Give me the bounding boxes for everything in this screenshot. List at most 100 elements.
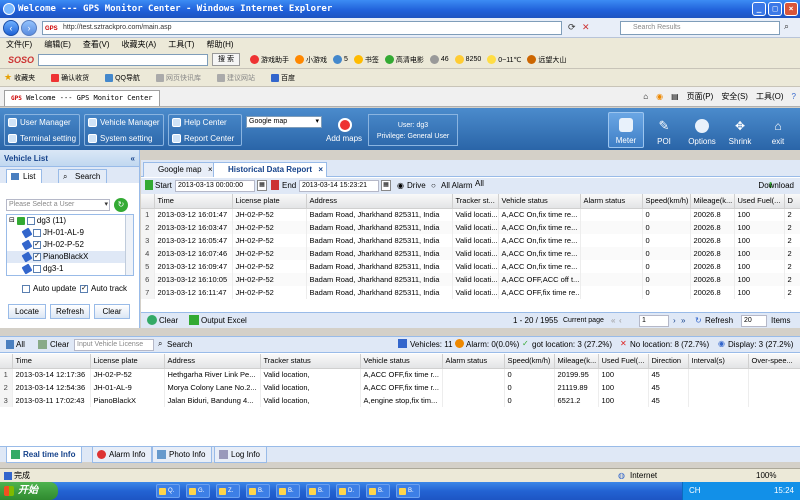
rt-col-overspeed[interactable]: Over-spee...	[748, 354, 800, 369]
help-icon[interactable]: ?	[792, 92, 796, 101]
rt-col-tracker[interactable]: Tracker status	[260, 354, 361, 369]
table-row[interactable]: 6 2013-03-12 16:10:05 JH-02-P-52 Badam Road…	[141, 273, 800, 286]
license-search-input[interactable]: Input Vehicle License	[74, 339, 154, 351]
zoom-level[interactable]: 100%	[756, 469, 776, 482]
url-input[interactable]: GPS http://test.sztrackpro.com/main.asp	[42, 21, 562, 35]
menu-favorites[interactable]: 收藏夹(A)	[122, 38, 157, 51]
taskbar-task[interactable]: B.	[306, 484, 330, 498]
refresh-button[interactable]: Refresh	[50, 304, 90, 319]
fav-web-slice[interactable]: 网页快讯库	[155, 73, 201, 83]
tree-vehicle[interactable]: ✓ JH-02-P-52	[7, 239, 133, 251]
rt-col-interval[interactable]: Interval(s)	[688, 354, 749, 369]
lang-indicator[interactable]: CH	[689, 482, 701, 500]
realtime-search-button[interactable]: Search	[167, 340, 192, 349]
download-button[interactable]: Download	[758, 181, 794, 190]
refresh-users-icon[interactable]: ↻	[114, 198, 128, 212]
print-icon[interactable]: ▤	[671, 92, 679, 101]
fav-baidu[interactable]: 百度	[270, 73, 295, 83]
calendar-icon[interactable]: ▦	[381, 180, 391, 191]
col-license[interactable]: License plate	[232, 194, 307, 209]
table-row[interactable]: 2 2013-03-14 12:54:36 JH-01-AL-9 Morya Colo…	[0, 381, 800, 394]
auto-update-checkbox[interactable]	[22, 284, 30, 293]
meter-button[interactable]: Meter	[608, 112, 644, 148]
table-row[interactable]: 5 2013-03-12 16:09:47 JH-02-P-52 Badam Road…	[141, 260, 800, 273]
poi-button[interactable]: ✎ POI	[646, 112, 682, 148]
close-icon[interactable]: ×	[318, 163, 323, 177]
browser-tab-active[interactable]: GPS Welcome --- GPS Monitor Center	[4, 90, 160, 106]
tree-checkbox[interactable]	[33, 229, 41, 237]
refresh-icon[interactable]: ⟳	[568, 22, 576, 33]
rt-col-mileage[interactable]: Mileage(k...	[554, 354, 599, 369]
auto-track-option[interactable]: ✓ Auto track	[80, 284, 127, 293]
taskbar-task[interactable]: Q.	[156, 484, 180, 498]
safety-menu[interactable]: 安全(S)	[721, 91, 748, 102]
tools-menu[interactable]: 工具(O)	[756, 91, 784, 102]
table-row[interactable]: 1 2013-03-12 16:01:47 JH-02-P-52 Badam Road…	[141, 208, 800, 221]
col-fuel[interactable]: Used Fuel(...	[734, 194, 785, 209]
soso-search-button[interactable]: 搜 索	[212, 53, 240, 66]
menu-edit[interactable]: 编辑(E)	[44, 38, 71, 51]
col-time[interactable]: Time	[154, 194, 233, 209]
auto-track-checkbox[interactable]: ✓	[80, 284, 88, 293]
home-icon[interactable]: ⌂	[643, 92, 648, 101]
tree-checkbox-checked[interactable]: ✓	[33, 253, 41, 261]
add-maps-button[interactable]: Add maps	[326, 134, 362, 143]
toolbar-count-46[interactable]: 46	[429, 55, 449, 64]
rt-col-fuel[interactable]: Used Fuel(...	[598, 354, 649, 369]
end-date-input[interactable]: 2013-03-14 15:23:21	[299, 180, 379, 192]
shrink-button[interactable]: ✥ Shrink	[722, 112, 758, 148]
add-map-icon[interactable]	[338, 118, 352, 132]
minimize-button[interactable]: _	[752, 2, 766, 16]
soso-search-input[interactable]	[38, 53, 209, 66]
user-select-input[interactable]: Please Select a User ▾	[6, 199, 110, 211]
toolbar-mini-games[interactable]: 小游戏	[294, 55, 327, 65]
table-row[interactable]: 3 2013-03-12 16:05:47 JH-02-P-52 Badam Road…	[141, 234, 800, 247]
tab-list[interactable]: List	[6, 169, 43, 183]
rt-col-time[interactable]: Time	[12, 354, 91, 369]
pager-refresh-button[interactable]: Refresh	[705, 316, 733, 325]
play-icon[interactable]	[145, 180, 153, 190]
rt-col-license[interactable]: License plate	[90, 354, 165, 369]
col-tracker[interactable]: Tracker st...	[452, 194, 499, 209]
taskbar-task[interactable]: D.	[336, 484, 360, 498]
map-select[interactable]: Google map ▾	[246, 116, 322, 128]
forward-button[interactable]: ›	[21, 20, 37, 36]
fav-qq-nav[interactable]: QQ导航	[105, 73, 140, 83]
next-page-icon[interactable]: ›	[673, 316, 676, 325]
tree-vehicle[interactable]: JH-01-AL-9	[7, 227, 133, 239]
close-icon[interactable]: ×	[208, 163, 213, 177]
tab-alarm-info[interactable]: Alarm Info	[92, 447, 153, 463]
taskbar-task[interactable]: G.	[186, 484, 210, 498]
toolbar-count-8250[interactable]: 8250	[454, 55, 481, 64]
taskbar-task[interactable]: B.	[246, 484, 270, 498]
tree-checkbox-checked[interactable]: ✓	[33, 241, 41, 249]
tree-vehicle-selected[interactable]: ✓ PianoBlackX	[7, 251, 133, 263]
report-center-button[interactable]: Report Center	[172, 134, 234, 143]
toolbar-hd-movie[interactable]: 高清电影	[384, 55, 424, 65]
menu-file[interactable]: 文件(F)	[6, 38, 32, 51]
table-row[interactable]: 7 2013-03-12 16:11:47 JH-02-P-52 Badam Road…	[141, 286, 800, 299]
close-button[interactable]: ×	[784, 2, 798, 16]
vehicle-manager-button[interactable]: Vehicle Manager	[88, 118, 160, 127]
tree-checkbox[interactable]	[26, 217, 35, 225]
toolbar-bookmark[interactable]: 书签	[353, 55, 379, 65]
col-vehicle-status[interactable]: Vehicle status	[498, 194, 581, 209]
realtime-clear-button[interactable]: Clear	[50, 340, 69, 349]
tab-search[interactable]: ⌕ Search	[58, 169, 108, 183]
rt-col-direction[interactable]: Direction	[648, 354, 689, 369]
collapse-icon[interactable]: «	[131, 150, 135, 167]
table-row[interactable]: 1 2013-03-14 12:17:36 JH-02-P-52 Hethgarha …	[0, 368, 800, 381]
rt-col-speed[interactable]: Speed(km/h)	[504, 354, 555, 369]
tree-scrollbar[interactable]	[125, 215, 133, 275]
rt-col-address[interactable]: Address	[164, 354, 261, 369]
all-alarm-radio[interactable]: ○	[431, 181, 436, 190]
tree-vehicle[interactable]: dg3-1	[7, 263, 133, 275]
taskbar-task[interactable]: Z.	[216, 484, 240, 498]
back-button[interactable]: ‹	[3, 20, 19, 36]
col-speed[interactable]: Speed(km/h)	[642, 194, 691, 209]
tree-checkbox[interactable]	[33, 265, 41, 273]
first-page-icon[interactable]: «	[611, 316, 615, 325]
auto-update-option[interactable]: Auto update	[22, 284, 76, 293]
rt-col-vehicle-status[interactable]: Vehicle status	[360, 354, 443, 369]
clear-history-button[interactable]: Clear	[159, 316, 178, 325]
